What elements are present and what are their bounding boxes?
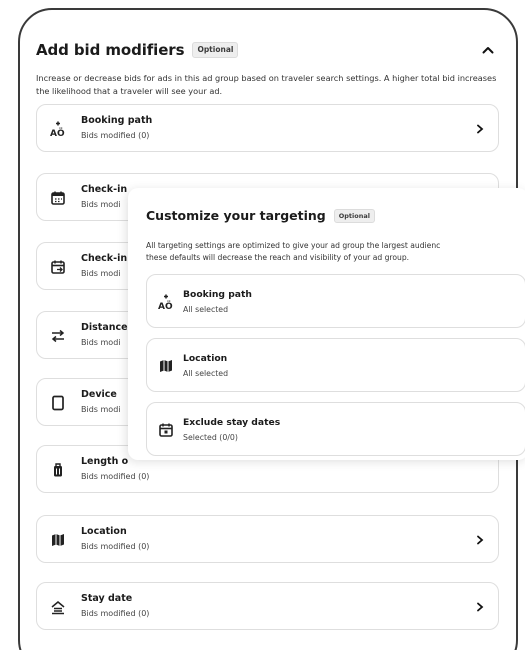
booking-path-icon: AÖ bbox=[49, 120, 67, 138]
modifier-card-location[interactable]: Location Bids modified (0) bbox=[36, 515, 499, 563]
modifier-status: Bids modi bbox=[81, 405, 121, 414]
svg-text:AÖ: AÖ bbox=[50, 128, 65, 138]
modifier-label: Device bbox=[81, 389, 117, 400]
modifier-status: Bids modi bbox=[81, 338, 121, 347]
modifier-card-booking-path[interactable]: AÖ Booking path Bids modified (0) bbox=[36, 104, 499, 152]
modifier-status: Bids modified (0) bbox=[81, 542, 150, 551]
modifier-status: Bids modified (0) bbox=[81, 131, 150, 140]
targeting-label: Location bbox=[183, 353, 228, 364]
svg-text:AÖ: AÖ bbox=[158, 301, 173, 311]
panel-title: Add bid modifiers bbox=[36, 41, 185, 59]
targeting-label: Booking path bbox=[183, 289, 252, 300]
targeting-status: All selected bbox=[183, 369, 229, 378]
modifier-status: Bids modified (0) bbox=[81, 472, 150, 481]
targeting-card-exclude-stay-dates[interactable]: Exclude stay dates Selected (0/0) bbox=[146, 402, 525, 456]
modifier-label: Length o bbox=[81, 456, 129, 467]
modifier-status: Bids modi bbox=[81, 200, 121, 209]
chevron-right-icon bbox=[474, 122, 486, 136]
overlay-description-line: All targeting settings are optimized to … bbox=[146, 241, 441, 250]
targeting-card-location[interactable]: Location All selected bbox=[146, 338, 525, 392]
targeting-status: Selected (0/0) bbox=[183, 433, 238, 442]
overlay-description-line: these defaults will decrease the reach a… bbox=[146, 253, 410, 262]
luggage-icon bbox=[49, 461, 67, 479]
map-icon bbox=[157, 357, 175, 375]
modifier-label: Check-in bbox=[81, 253, 128, 264]
modifier-card-stay-date[interactable]: Stay date Bids modified (0) bbox=[36, 582, 499, 630]
modifier-label: Check-in bbox=[81, 184, 128, 195]
customize-targeting-panel: Customize your targeting Optional All ta… bbox=[128, 188, 525, 460]
calendar-arrow-icon bbox=[49, 258, 67, 276]
chevron-right-icon bbox=[474, 600, 486, 614]
modifier-status: Bids modi bbox=[81, 269, 121, 278]
calendar-icon bbox=[49, 189, 67, 207]
device-icon bbox=[49, 394, 67, 412]
overlay-title: Customize your targeting bbox=[146, 208, 326, 223]
calendar-dot-icon bbox=[157, 421, 175, 439]
optional-badge: Optional bbox=[333, 208, 375, 223]
targeting-status: All selected bbox=[183, 305, 229, 314]
panel-header: Add bid modifiers Optional bbox=[36, 38, 498, 62]
booking-path-icon: AÖ bbox=[157, 293, 175, 311]
map-icon bbox=[49, 531, 67, 549]
modifier-label: Stay date bbox=[81, 593, 133, 604]
targeting-label: Exclude stay dates bbox=[183, 417, 281, 428]
chevron-right-icon bbox=[474, 533, 486, 547]
modifier-label: Distance bbox=[81, 322, 128, 333]
stay-date-icon bbox=[49, 598, 67, 616]
collapse-button[interactable] bbox=[478, 40, 498, 60]
chevron-up-icon bbox=[482, 47, 494, 54]
distance-arrows-icon bbox=[49, 327, 67, 345]
overlay-description: All targeting settings are optimized to … bbox=[146, 240, 525, 264]
modifier-label: Location bbox=[81, 526, 127, 537]
overlay-title-row: Customize your targeting Optional bbox=[146, 208, 375, 223]
modifier-status: Bids modified (0) bbox=[81, 609, 150, 618]
targeting-card-booking-path[interactable]: AÖ Booking path All selected bbox=[146, 274, 525, 328]
modifier-label: Booking path bbox=[81, 115, 153, 126]
optional-badge: Optional bbox=[192, 42, 239, 58]
panel-description: Increase or decrease bids for ads in thi… bbox=[36, 73, 497, 96]
